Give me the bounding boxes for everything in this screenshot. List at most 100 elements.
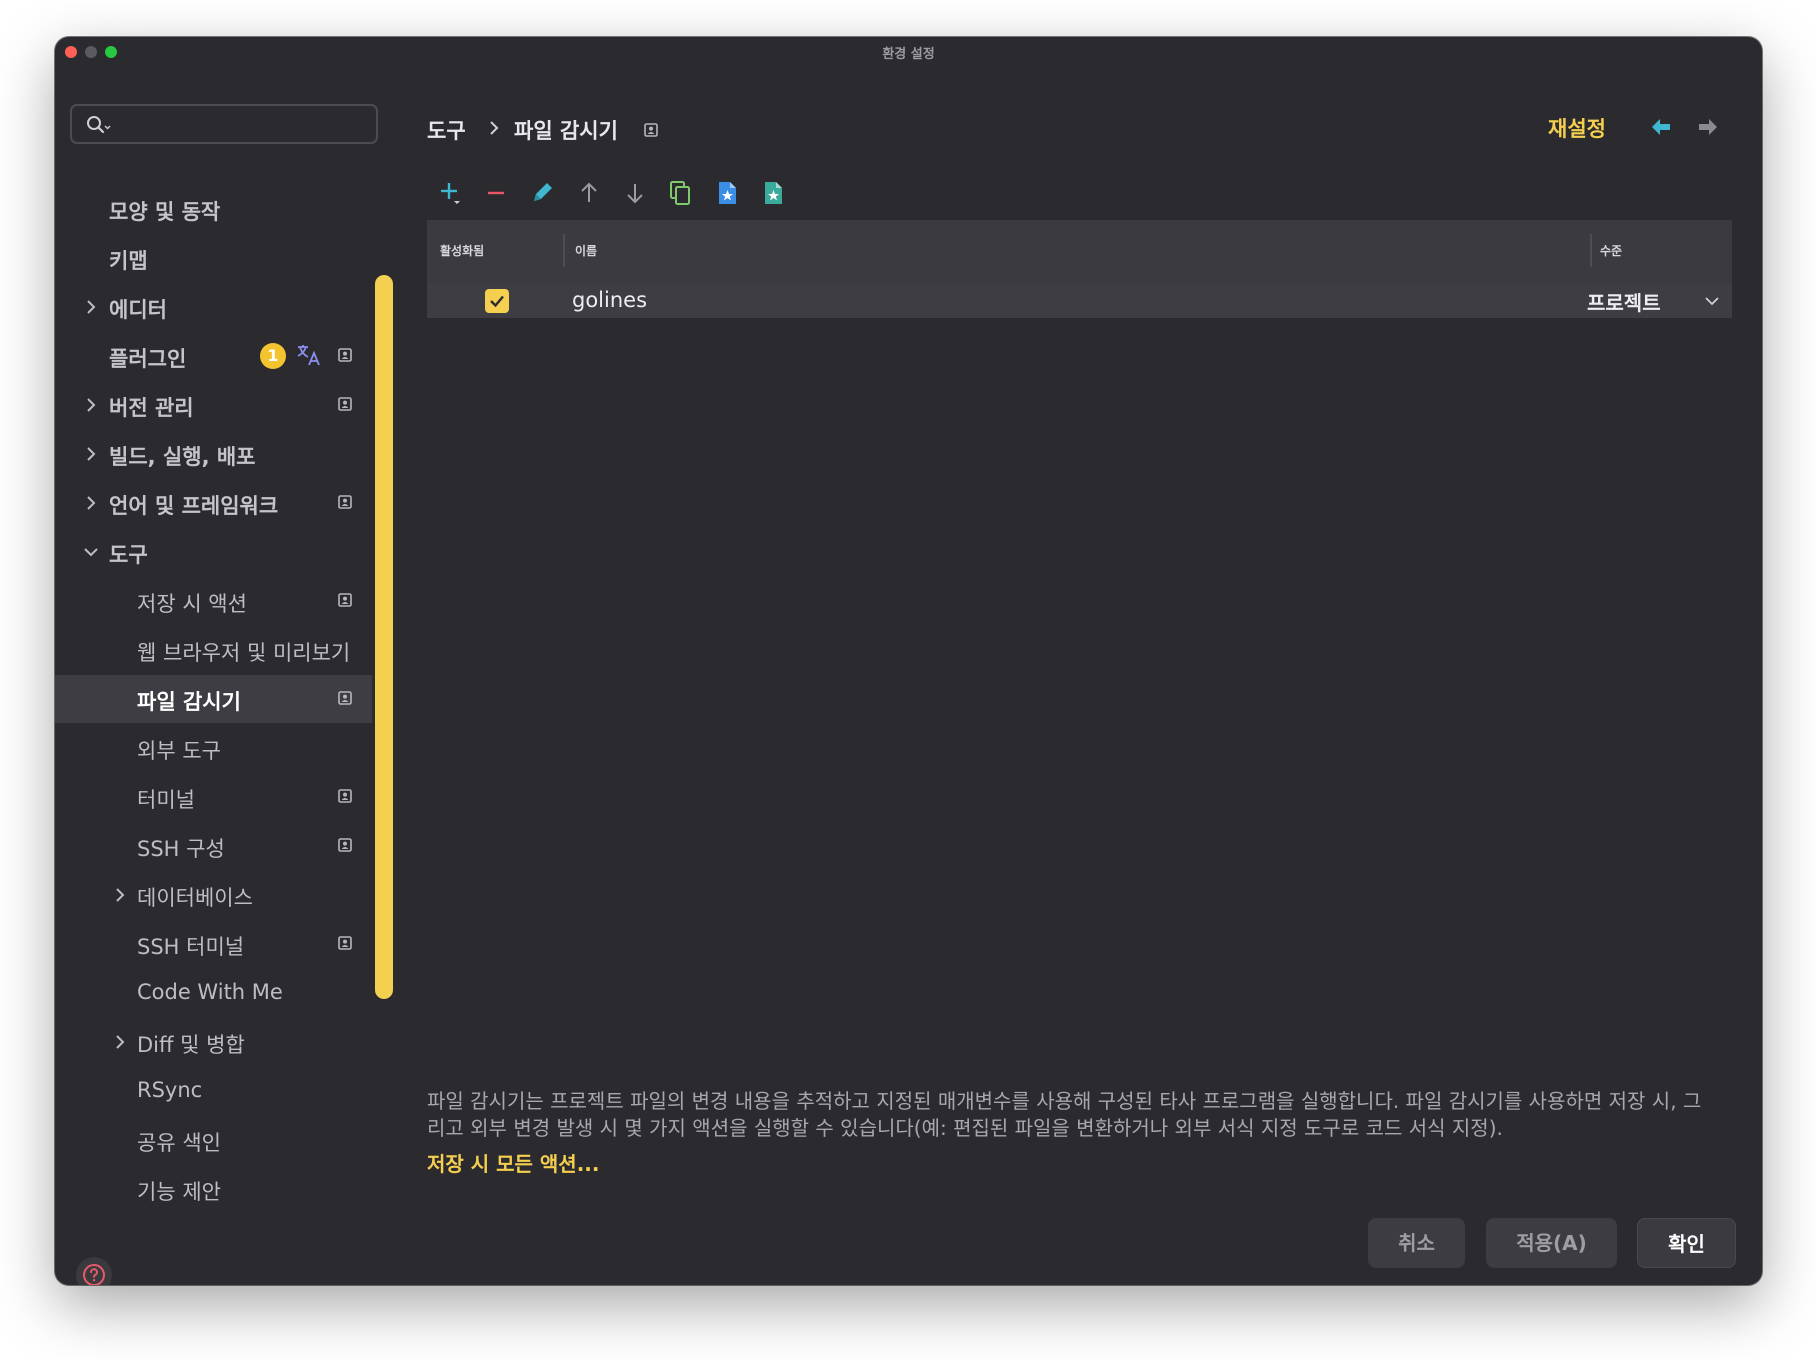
checkmark-icon	[490, 295, 504, 308]
sidebar-scrollbar[interactable]	[375, 275, 393, 999]
sidebar-item[interactable]: 터미널	[55, 773, 372, 821]
sidebar-item-label: Diff 및 병합	[137, 1033, 245, 1057]
sidebar-item-label: SSH 구성	[137, 837, 225, 861]
sidebar-item-label: 파일 감시기	[137, 690, 241, 714]
description-line: 리고 외부 변경 발생 시 몇 가지 액션을 실행할 수 있습니다(예: 편집된…	[427, 1116, 1503, 1140]
project-scope-icon	[338, 348, 352, 362]
sidebar-item-label: RSync	[137, 1078, 203, 1102]
level-dropdown[interactable]: 프로젝트	[1587, 287, 1661, 316]
sidebar-item[interactable]: 언어 및 프레임워크	[55, 479, 372, 527]
sidebar-item[interactable]: SSH 구성	[55, 822, 372, 870]
project-scope-icon	[338, 936, 352, 950]
page-title: 파일 감시기	[514, 119, 618, 143]
sidebar-item-label: 플러그인	[109, 347, 187, 371]
chevron-right-icon[interactable]	[81, 297, 101, 317]
sidebar-item-label: 데이터베이스	[137, 886, 253, 910]
column-header-name[interactable]: 이름	[575, 242, 597, 259]
sidebar-item[interactable]: 버전 관리	[55, 381, 372, 429]
enabled-checkbox[interactable]	[485, 289, 509, 313]
column-divider[interactable]	[563, 234, 565, 267]
copy-icon[interactable]	[667, 179, 695, 207]
sidebar-item-label: 도구	[109, 543, 148, 567]
sidebar-item-label: Code With Me	[137, 980, 283, 1004]
column-divider[interactable]	[1590, 234, 1592, 267]
chevron-right-icon[interactable]	[81, 493, 101, 513]
import-icon[interactable]	[713, 179, 741, 207]
sidebar-item-label: 빌드, 실행, 배포	[109, 445, 256, 469]
sidebar-item[interactable]: 모양 및 동작	[55, 185, 372, 233]
project-scope-icon	[338, 691, 352, 705]
export-icon[interactable]	[759, 179, 787, 207]
project-scope-icon	[644, 123, 658, 137]
sidebar-item[interactable]: 저장 시 액션	[55, 577, 372, 625]
sidebar-item[interactable]: 도구	[55, 528, 372, 576]
sidebar-item[interactable]: Code With Me	[55, 969, 372, 1017]
sidebar-item-label: 버전 관리	[109, 396, 194, 420]
sidebar-item[interactable]: 파일 감시기	[55, 675, 372, 723]
window-title: 환경 설정	[882, 47, 935, 62]
sidebar-item-label: 키맵	[109, 249, 148, 273]
sidebar-item[interactable]: RSync	[55, 1067, 372, 1115]
search-input[interactable]	[118, 112, 372, 138]
all-save-actions-link[interactable]: 저장 시 모든 액션...	[427, 1148, 599, 1177]
column-header-enabled[interactable]: 활성화됨	[440, 242, 484, 259]
project-scope-icon	[338, 397, 352, 411]
breadcrumb-tools[interactable]: 도구	[427, 115, 466, 145]
project-scope-icon	[338, 789, 352, 803]
help-button[interactable]	[76, 1257, 112, 1285]
project-scope-icon	[338, 495, 352, 509]
sidebar-item-label: 터미널	[137, 788, 195, 812]
sidebar-item-label: 모양 및 동작	[109, 200, 221, 224]
sidebar-item-label: 외부 도구	[137, 739, 221, 763]
sidebar-item[interactable]: Diff 및 병합	[55, 1018, 372, 1066]
chevron-down-icon[interactable]	[81, 542, 101, 562]
move-up-icon[interactable]	[575, 179, 603, 207]
chevron-right-icon[interactable]	[110, 885, 130, 905]
sidebar-item[interactable]: 웹 브라우저 및 미리보기	[55, 626, 372, 674]
sidebar-item[interactable]: 키맵	[55, 234, 372, 282]
sidebar-item[interactable]: SSH 터미널	[55, 920, 372, 968]
reset-link[interactable]: 재설정	[1548, 113, 1606, 143]
table-row[interactable]: golines 프로젝트	[427, 283, 1732, 318]
sidebar-item[interactable]: 에디터	[55, 283, 372, 331]
chevron-right-icon[interactable]	[110, 1032, 130, 1052]
sidebar-item[interactable]: 공유 색인	[55, 1116, 372, 1164]
titlebar: 환경 설정	[55, 37, 1762, 67]
notification-badge: 1	[260, 343, 286, 369]
settings-sidebar: 모양 및 동작키맵에디터플러그인 1 버전 관리빌드, 실행, 배포언어 및 프레임…	[55, 67, 395, 1285]
watcher-name: golines	[572, 288, 648, 312]
settings-window: 환경 설정 모양 및 동작키맵에디터플러그인 1 버전 관리빌드, 실행, 배포언어…	[55, 37, 1762, 1285]
chevron-right-icon[interactable]	[81, 395, 101, 415]
remove-icon[interactable]	[483, 179, 511, 207]
file-watchers-table: 활성화됨 이름 수준 golines 프로젝트	[427, 220, 1732, 318]
help-icon	[83, 1264, 105, 1285]
move-down-icon[interactable]	[621, 179, 649, 207]
sidebar-item-label: 공유 색인	[137, 1131, 221, 1155]
description-line: 파일 감시기는 프로젝트 파일의 변경 내용을 추적하고 지정된 매개변수를 사…	[427, 1089, 1702, 1113]
sidebar-item-label: 에디터	[109, 298, 167, 322]
sidebar-item-label: 웹 브라우저 및 미리보기	[137, 641, 351, 665]
edit-icon[interactable]	[529, 179, 557, 207]
sidebar-item[interactable]: 기능 제안	[55, 1165, 372, 1213]
sidebar-item[interactable]: 빌드, 실행, 배포	[55, 430, 372, 478]
search-field[interactable]	[70, 104, 378, 144]
column-header-level[interactable]: 수준	[1600, 242, 1622, 259]
project-scope-icon	[338, 593, 352, 607]
cancel-button[interactable]: 취소	[1368, 1218, 1465, 1268]
back-arrow-icon[interactable]	[1649, 115, 1673, 139]
sidebar-item[interactable]: 데이터베이스	[55, 871, 372, 919]
project-scope-icon	[338, 838, 352, 852]
chevron-down-icon[interactable]	[1703, 292, 1721, 310]
sidebar-item[interactable]: 플러그인 1	[55, 332, 372, 380]
sidebar-item[interactable]: 외부 도구	[55, 724, 372, 772]
add-icon[interactable]	[437, 179, 465, 207]
chevron-right-icon[interactable]	[81, 444, 101, 464]
description-text: 파일 감시기는 프로젝트 파일의 변경 내용을 추적하고 지정된 매개변수를 사…	[427, 1088, 1737, 1142]
ok-button[interactable]: 확인	[1637, 1218, 1736, 1268]
sidebar-item-label: 저장 시 액션	[137, 592, 247, 616]
apply-button[interactable]: 적용(A)	[1486, 1218, 1617, 1268]
table-header: 활성화됨 이름 수준	[427, 220, 1732, 283]
forward-arrow-icon[interactable]	[1696, 115, 1720, 139]
sidebar-item-label: SSH 터미널	[137, 935, 245, 959]
sidebar-item-label: 기능 제안	[137, 1180, 221, 1204]
